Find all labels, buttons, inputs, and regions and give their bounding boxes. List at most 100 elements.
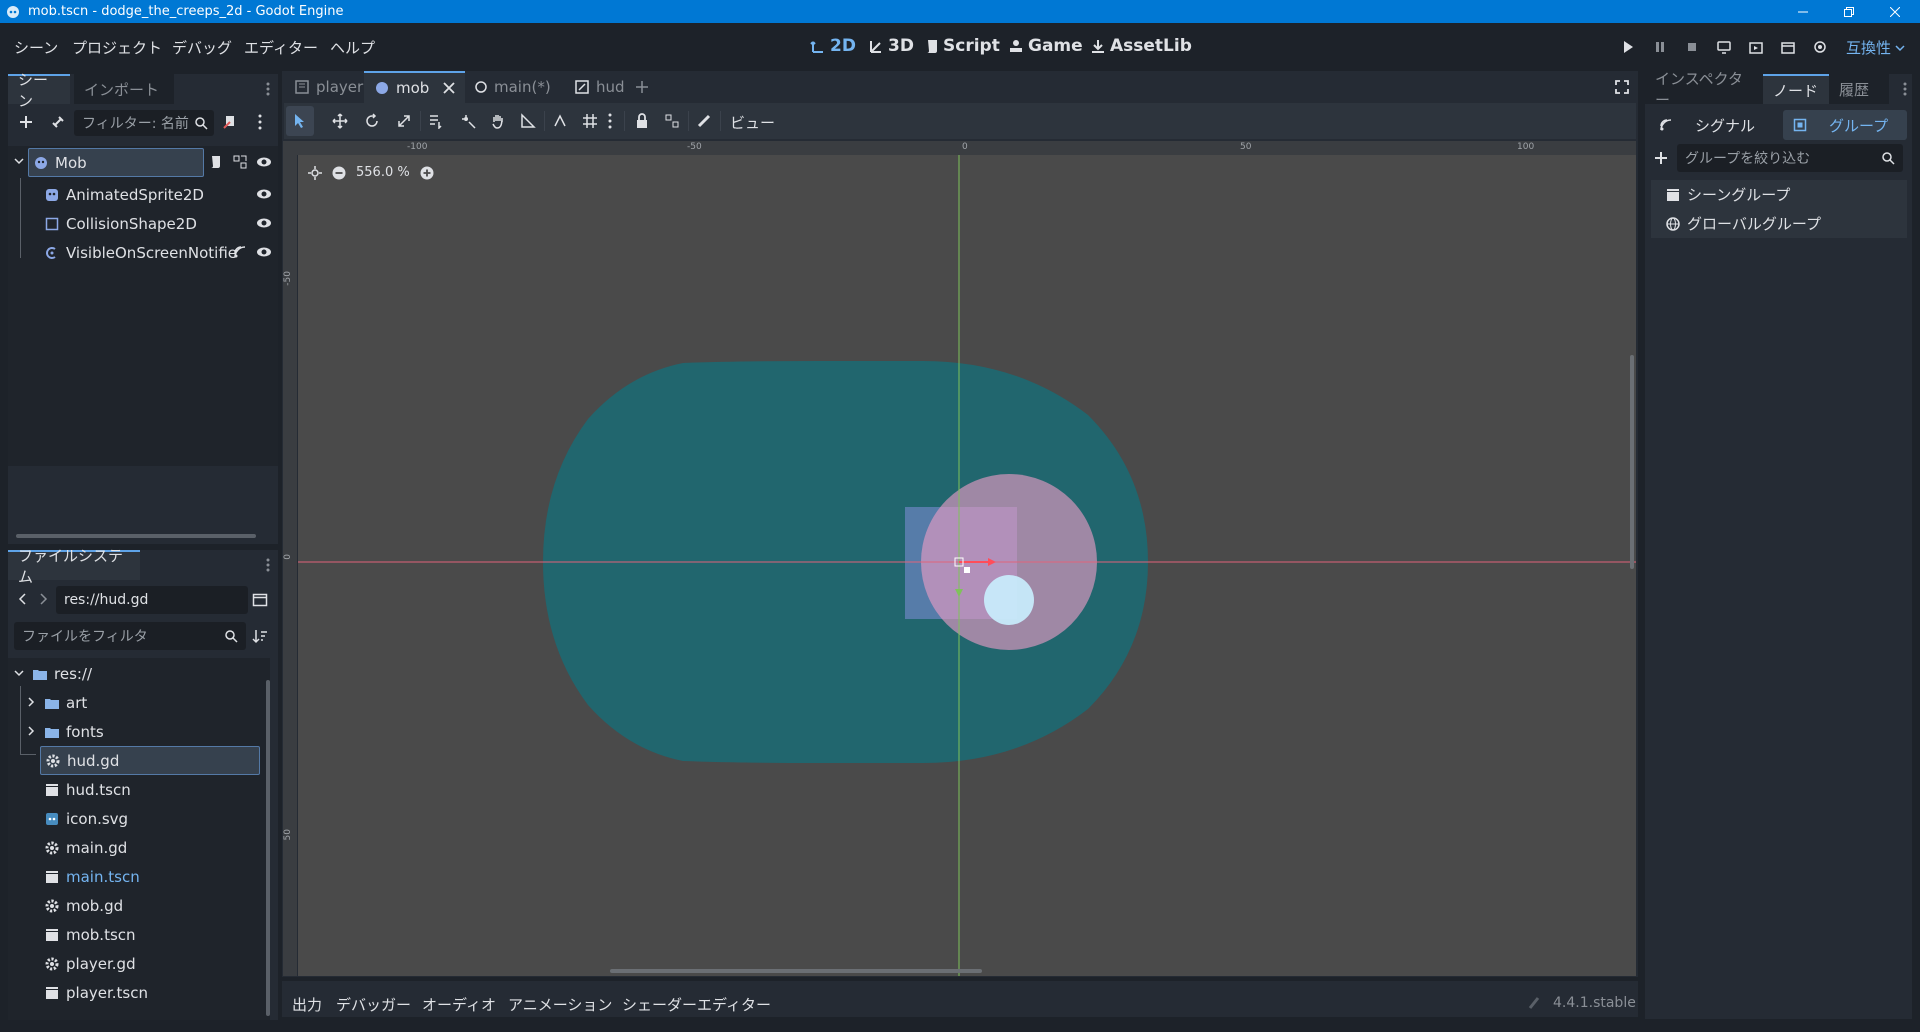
scene-filter-input[interactable]: フィルター: 名前 — [74, 110, 214, 136]
tab-player[interactable]: player — [284, 71, 373, 103]
lock-icon[interactable] — [634, 113, 650, 129]
stop-icon[interactable] — [1684, 39, 1700, 55]
menu-help[interactable]: ヘルプ — [330, 37, 375, 58]
file-item-main-gd[interactable]: main.gd — [44, 833, 127, 862]
tab-scene[interactable]: シーン — [8, 71, 70, 110]
play-scene-icon[interactable] — [1748, 39, 1764, 55]
subtab-groups[interactable]: グループ — [1783, 110, 1907, 140]
bottom-tab-debugger[interactable]: デバッガー — [336, 994, 411, 1015]
tab-hud[interactable]: hud — [564, 71, 635, 103]
dock-menu-icon[interactable] — [266, 82, 270, 96]
file-item-icon-svg[interactable]: icon.svg — [44, 804, 128, 833]
file-item-mob-gd[interactable]: mob.gd — [44, 891, 123, 920]
menu-project[interactable]: プロジェクト — [72, 37, 162, 58]
file-item-art[interactable]: art — [44, 688, 87, 717]
visibility-eye-icon[interactable] — [256, 154, 272, 170]
file-item-hud-tscn[interactable]: hud.tscn — [44, 775, 131, 804]
play-custom-scene-icon[interactable] — [1780, 39, 1796, 55]
visibility-eye-icon[interactable] — [256, 244, 272, 260]
chevron-down-icon[interactable] — [14, 668, 24, 678]
tree-node-collisionshape2d[interactable]: CollisionShape2D — [44, 209, 197, 238]
visibility-eye-icon[interactable] — [256, 215, 272, 231]
minimize-button[interactable] — [1780, 0, 1826, 23]
tree-node-visibleonscreennotifier[interactable]: VisibleOnScreenNotifie — [44, 238, 237, 267]
file-item-res[interactable]: res:// — [32, 659, 92, 688]
file-tree-vscrollbar[interactable] — [266, 680, 270, 1016]
group-section-global[interactable]: グローバルグループ — [1665, 209, 1821, 238]
tree-node-animatedsprite2d[interactable]: AnimatedSprite2D — [44, 180, 204, 209]
group-section-scene[interactable]: シーングループ — [1665, 180, 1790, 209]
2d-viewport[interactable]: 556.0 % — [298, 155, 1636, 976]
grid-snap-icon[interactable] — [582, 113, 598, 129]
zoom-level[interactable]: 556.0 % — [356, 165, 410, 180]
distraction-free-icon[interactable] — [1614, 79, 1630, 95]
workspace-assetlib[interactable]: AssetLib — [1090, 36, 1192, 56]
tree-node-mob[interactable]: Mob — [28, 148, 204, 177]
list-select-icon[interactable] — [428, 113, 444, 129]
visibility-eye-icon[interactable] — [256, 186, 272, 202]
close-window-button[interactable] — [1872, 0, 1918, 23]
file-item-hud-gd[interactable]: hud.gd — [40, 746, 260, 775]
scene-tree-hscrollbar[interactable] — [16, 534, 256, 538]
tab-node[interactable]: ノード — [1763, 74, 1829, 104]
chevron-right-icon[interactable] — [27, 697, 35, 707]
chevron-right-icon[interactable] — [27, 726, 35, 736]
tab-mob[interactable]: mob — [364, 71, 466, 103]
select-tool[interactable] — [286, 106, 314, 136]
rotate-icon[interactable] — [364, 113, 380, 129]
menu-editor[interactable]: エディター — [244, 37, 318, 58]
movie-maker-icon[interactable] — [1812, 39, 1828, 55]
center-view-icon[interactable] — [308, 165, 322, 180]
view-menu[interactable]: ビュー — [730, 112, 775, 133]
move-icon[interactable] — [332, 113, 348, 129]
dock-menu-icon[interactable] — [1903, 82, 1907, 96]
workspace-3d[interactable]: 3D — [868, 36, 914, 56]
sort-icon[interactable] — [252, 628, 268, 644]
file-item-mob-tscn[interactable]: mob.tscn — [44, 920, 136, 949]
tab-inspector[interactable]: インスペクター — [1645, 70, 1763, 109]
menu-debug[interactable]: デバッグ — [172, 37, 232, 58]
workspace-2d[interactable]: 2D — [810, 36, 856, 56]
pan-hand-icon[interactable] — [490, 113, 506, 129]
add-node-icon[interactable] — [18, 114, 34, 130]
add-group-icon[interactable] — [1653, 150, 1669, 166]
smart-snap-icon[interactable] — [552, 113, 568, 129]
file-item-player-gd[interactable]: player.gd — [44, 949, 136, 978]
scene-menu-icon[interactable] — [258, 114, 262, 130]
chevron-down-icon[interactable] — [14, 156, 24, 166]
play-icon[interactable] — [1620, 39, 1636, 55]
viewport-vscrollbar[interactable] — [1630, 355, 1634, 569]
snap-options-icon[interactable] — [608, 113, 612, 129]
bottom-tab-audio[interactable]: オーディオ — [422, 994, 496, 1015]
back-arrow-icon[interactable] — [18, 593, 28, 605]
close-tab-icon[interactable] — [443, 82, 455, 94]
file-item-main-tscn[interactable]: main.tscn — [44, 862, 140, 891]
remote-debug-icon[interactable] — [1716, 39, 1732, 55]
zoom-in-icon[interactable] — [420, 166, 434, 180]
restore-button[interactable] — [1826, 0, 1872, 23]
add-tab-icon[interactable] — [634, 79, 650, 95]
tab-import[interactable]: インポート — [74, 74, 174, 104]
group-icon[interactable] — [664, 113, 680, 129]
workspace-game[interactable]: Game — [1008, 36, 1083, 56]
script-icon[interactable] — [208, 154, 224, 170]
tab-main[interactable]: main(*) — [464, 71, 561, 103]
dock-menu-icon[interactable] — [266, 558, 270, 572]
renderer-selector[interactable]: 互換性 — [1846, 37, 1905, 58]
signal-icon[interactable] — [232, 244, 248, 260]
zoom-out-icon[interactable] — [332, 166, 346, 180]
bottom-tab-output[interactable]: 出力 — [292, 994, 322, 1015]
tab-filesystem[interactable]: ファイルシステム — [8, 547, 140, 586]
ruler-icon[interactable] — [520, 113, 536, 129]
forward-arrow-icon[interactable] — [38, 593, 48, 605]
pause-icon[interactable] — [1652, 39, 1668, 55]
bottom-tab-animation[interactable]: アニメーション — [508, 994, 612, 1015]
group-filter-input[interactable]: グループを絞り込む — [1677, 144, 1903, 172]
path-field[interactable]: res://hud.gd — [56, 586, 248, 614]
tab-history[interactable]: 履歴 — [1829, 74, 1889, 104]
instantiate-link-icon[interactable] — [50, 114, 66, 130]
file-item-fonts[interactable]: fonts — [44, 717, 104, 746]
file-item-player-tscn[interactable]: player.tscn — [44, 978, 148, 1007]
group-selected-icon[interactable] — [232, 154, 248, 170]
attach-script-icon[interactable] — [222, 114, 238, 130]
